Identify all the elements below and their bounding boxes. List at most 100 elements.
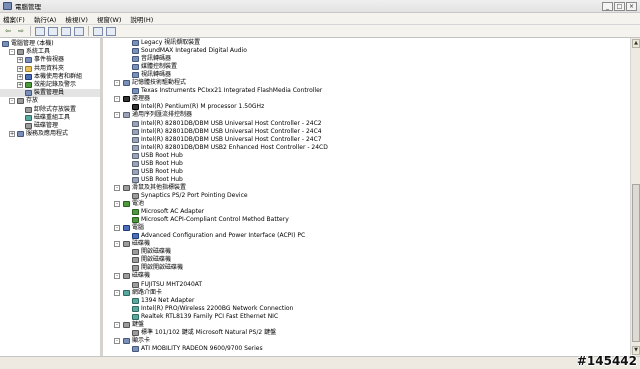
collapse-icon[interactable]: - — [114, 225, 120, 232]
tree-item-computer[interactable]: 電腦管理 (本機) — [0, 40, 100, 48]
tree-item-storage[interactable]: - 存放 — [0, 97, 100, 105]
properties-icon[interactable] — [61, 26, 71, 36]
expand-icon[interactable]: + — [17, 65, 23, 72]
scrollbar-thumb[interactable] — [632, 184, 640, 342]
tree-item-tools[interactable]: - 系統工具 — [0, 48, 100, 56]
menu-help[interactable]: 說明(H) — [130, 14, 153, 24]
device-category[interactable]: - 記憶體技術驅動程式 — [106, 79, 626, 87]
vertical-scrollbar[interactable]: ▲ ▼ — [630, 38, 640, 356]
close-button[interactable]: × — [626, 2, 637, 11]
device-item[interactable]: Intel(R) 82801DB/DBM USB Universal Host … — [106, 128, 626, 136]
scroll-up-icon[interactable]: ▲ — [632, 39, 640, 48]
tree-item-users[interactable]: + 本機使用者和群組 — [0, 73, 100, 81]
expand-icon[interactable]: + — [17, 82, 23, 88]
collapse-icon[interactable]: - — [114, 241, 120, 248]
device-tree-pane[interactable]: Legacy 視訊擷取裝置 SoundMAX Integrated Digital… — [106, 38, 630, 356]
collapse-icon[interactable]: - — [9, 98, 15, 105]
device-item[interactable]: Intel(R) PRO/Wireless 2200BG Network Con… — [106, 305, 626, 313]
print-icon[interactable] — [74, 26, 84, 36]
device-icon — [123, 201, 130, 207]
tree-item-folder[interactable]: + 共用資料夾 — [0, 65, 100, 73]
collapse-icon[interactable]: - — [114, 337, 120, 344]
device-category[interactable]: - 處理器 — [106, 95, 626, 103]
device-item[interactable]: Microsoft AC Adapter — [106, 208, 626, 216]
up-folder-icon[interactable] — [35, 26, 45, 36]
maximize-button[interactable]: □ — [614, 2, 625, 11]
device-item[interactable]: 開啟磁碟機 — [106, 256, 626, 264]
device-category[interactable]: - 通用序列匯流排控制器 — [106, 111, 626, 119]
device-item[interactable]: FUJITSU MHT2040AT — [106, 281, 626, 289]
window-title: 電腦管理 — [15, 3, 41, 11]
device-item[interactable]: Advanced Configuration and Power Interfa… — [106, 232, 626, 240]
device-category[interactable]: - 磁碟機 — [106, 272, 626, 280]
device-category[interactable]: - 網路介面卡 — [106, 289, 626, 297]
collapse-icon[interactable]: - — [9, 49, 15, 56]
menu-window[interactable]: 視窗(W) — [97, 14, 122, 24]
device-item[interactable]: USB Root Hub — [106, 168, 626, 176]
collapse-icon[interactable]: - — [114, 273, 120, 280]
device-category[interactable]: - 鍵盤 — [106, 321, 626, 329]
device-icon — [132, 192, 139, 199]
expand-icon[interactable]: + — [17, 73, 23, 80]
device-item[interactable]: 媒體控制裝置 — [106, 63, 626, 71]
device-item[interactable]: Realtek RTL8139 Family PCI Fast Ethernet… — [106, 313, 626, 321]
device-item[interactable]: 開啟開啟磁碟機 — [106, 264, 626, 272]
help-icon[interactable] — [93, 26, 103, 36]
expand-icon[interactable]: + — [17, 57, 23, 64]
device-item[interactable]: Synaptics PS/2 Port Pointing Device — [106, 192, 626, 200]
tree-item-device[interactable]: 裝置管理員 — [0, 89, 100, 98]
collapse-icon[interactable]: - — [114, 321, 120, 328]
collapse-icon[interactable]: - — [114, 112, 120, 119]
device-item[interactable]: 開啟磁碟機 — [106, 248, 626, 256]
device-item[interactable]: SoundMAX Integrated Digital Audio — [106, 47, 626, 55]
device-icon — [132, 40, 139, 46]
menu-file[interactable]: 檔案(F) — [3, 14, 25, 24]
device-category[interactable]: - 顯示卡 — [106, 337, 626, 345]
menu-action[interactable]: 執行(A) — [34, 14, 57, 24]
tree-item-removable[interactable]: 卸除式存放裝置 — [0, 106, 100, 114]
menu-view[interactable]: 檢視(V) — [65, 14, 88, 24]
usb-icon — [132, 120, 139, 127]
device-item[interactable]: 標準 101/102 鍵或 Microsoft Natural PS/2 鍵盤 — [106, 329, 626, 337]
minimize-button[interactable]: _ — [602, 2, 613, 11]
device-item[interactable]: Intel(R) 82801DB/DBM USB Universal Host … — [106, 136, 626, 144]
collapse-icon[interactable]: - — [114, 96, 120, 103]
device-category[interactable]: - 滑鼠及其他指標裝置 — [106, 184, 626, 192]
collapse-icon[interactable]: - — [114, 289, 120, 296]
device-icon — [132, 249, 139, 256]
device-category[interactable]: - 電腦 — [106, 224, 626, 232]
device-item[interactable]: ATI MOBILITY RADEON 9600/9700 Series — [106, 345, 626, 353]
tree-item-perf[interactable]: + 效能記錄及警示 — [0, 81, 100, 89]
collapse-icon[interactable]: - — [114, 184, 120, 191]
device-label: 磁碟機 — [132, 272, 151, 280]
tree-item-defrag[interactable]: 磁碟重組工具 — [0, 114, 100, 122]
device-category[interactable]: - 磁碟機 — [106, 240, 626, 248]
device-item[interactable]: Legacy 視訊擷取裝置 — [106, 39, 626, 47]
device-item[interactable]: 1394 Net Adapter — [106, 297, 626, 305]
device-item[interactable]: 視訊轉碼器 — [106, 71, 626, 79]
console-tree-pane[interactable]: 電腦管理 (本機) - 系統工具 + 事件檢視器 + 共用資料夾 + 本機使用者和群組 + 效能記錄… — [0, 38, 103, 356]
back-arrow-icon[interactable]: ⇦ — [3, 27, 13, 36]
device-item[interactable]: Intel(R) 82801DB/DBM USB2 Enhanced Host … — [106, 144, 626, 152]
device-item[interactable]: Microsoft ACPI-Compliant Control Method … — [106, 216, 626, 224]
device-label: Intel(R) 82801DB/DBM USB2 Enhanced Host … — [141, 143, 328, 151]
device-category[interactable]: - 電池 — [106, 200, 626, 208]
device-item[interactable]: USB Root Hub — [106, 152, 626, 160]
show-hidden-icon[interactable] — [106, 26, 116, 36]
device-item[interactable]: Intel(R) 82801DB/DBM USB Universal Host … — [106, 120, 626, 128]
tree-toggle-icon[interactable] — [48, 26, 58, 36]
collapse-icon[interactable]: - — [114, 80, 120, 87]
forward-arrow-icon[interactable]: ⇨ — [16, 27, 26, 36]
device-icon — [132, 313, 139, 320]
tree-item-services[interactable]: + 服務及應用程式 — [0, 130, 100, 138]
device-item[interactable]: USB Root Hub — [106, 160, 626, 168]
collapse-icon[interactable]: - — [114, 201, 120, 207]
device-item[interactable]: Texas Instruments PCIxx21 Integrated Fla… — [106, 87, 626, 95]
device-item[interactable]: 音訊轉碼器 — [106, 55, 626, 63]
device-item[interactable]: USB Root Hub — [106, 176, 626, 184]
usb-icon — [132, 144, 139, 151]
tree-item-event[interactable]: + 事件檢視器 — [0, 56, 100, 64]
device-label: Intel(R) 82801DB/DBM USB Universal Host … — [141, 119, 322, 127]
tree-item-disk[interactable]: 磁碟管理 — [0, 122, 100, 130]
expand-icon[interactable]: + — [9, 131, 15, 138]
